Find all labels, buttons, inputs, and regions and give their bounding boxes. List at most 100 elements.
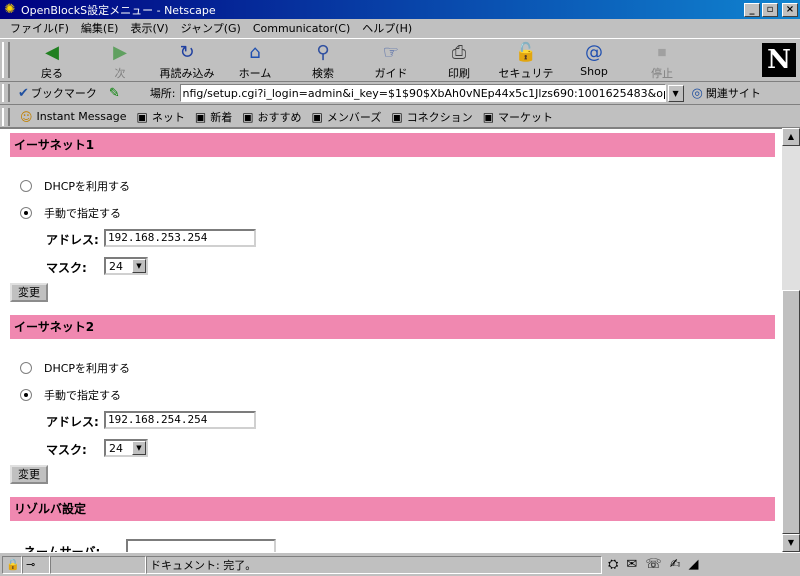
nameserver-input[interactable] [126, 539, 276, 552]
link-new[interactable]: ▣ 新着 [195, 109, 232, 125]
eth2-manual-option[interactable]: 手動で指定する [20, 387, 121, 403]
back-button[interactable]: ◀ 戻る [20, 41, 84, 81]
shop-label: Shop [580, 65, 608, 78]
connection-status-icon: ⊸ [22, 555, 50, 574]
menu-edit[interactable]: 編集(E) [75, 20, 125, 36]
navigator-icon[interactable]: ⛭ [608, 557, 618, 572]
scroll-up-button[interactable]: ▲ [782, 128, 800, 146]
security-status-icon[interactable]: 🔒 [2, 555, 22, 574]
print-button[interactable]: ⎙ 印刷 [427, 41, 491, 81]
eth1-address-input[interactable]: 192.168.253.254 [104, 229, 256, 247]
link-connection[interactable]: ▣ コネクション [391, 109, 472, 125]
composer-icon[interactable]: ✍ [670, 557, 681, 572]
link-label: コネクション [406, 110, 473, 124]
stop-button[interactable]: ⏹ 停止 [630, 41, 694, 81]
location-bar: ✔ ブックマーク ✎ 場所: nfig/setup.cgi?i_login=ad… [0, 82, 800, 105]
reload-button[interactable]: ↻ 再読み込み [155, 41, 219, 81]
section-header-ethernet2: イーサネット2 [10, 315, 775, 339]
url-dropdown-button[interactable]: ▼ [667, 84, 684, 102]
link-recommended[interactable]: ▣ おすすめ [242, 109, 301, 125]
menu-bar: ファイル(F) 編集(E) 表示(V) ジャンプ(G) Communicator… [0, 19, 800, 37]
bookmark-page-icon: ▣ [482, 109, 495, 124]
reload-icon: ↻ [179, 42, 195, 63]
menu-view[interactable]: 表示(V) [124, 20, 174, 36]
back-arrow-icon: ◀ [45, 42, 59, 63]
chevron-down-icon[interactable]: ▼ [132, 259, 146, 273]
netscape-app-icon[interactable]: ✺ [3, 2, 17, 17]
bookmarks-button[interactable]: ✔ ブックマーク [18, 85, 97, 101]
section-header-resolver: リゾルバ設定 [10, 497, 775, 521]
minimize-button[interactable]: _ [744, 2, 760, 17]
location-label: 場所: [149, 87, 176, 100]
vertical-scrollbar[interactable]: ▲ ▼ [782, 128, 800, 552]
security-button[interactable]: 🔓 セキュリティ [494, 41, 558, 96]
maximize-button[interactable]: ▫ [762, 2, 778, 17]
eth2-manual-label: 手動で指定する [44, 389, 121, 402]
link-label: メンバーズ [326, 110, 382, 124]
link-net[interactable]: ▣ ネット [137, 109, 185, 125]
eth2-dhcp-option[interactable]: DHCPを利用する [20, 360, 130, 376]
menu-file[interactable]: ファイル(F) [4, 20, 75, 36]
stop-icon: ⏹ [657, 42, 667, 63]
search-button[interactable]: ⚲ 検索 [291, 41, 355, 81]
guide-button[interactable]: ☞ ガイド [359, 41, 423, 81]
discussion-icon[interactable]: ☏ [645, 557, 661, 572]
resize-grip-icon[interactable]: ◢ [688, 557, 698, 572]
close-button[interactable]: × [782, 2, 798, 17]
search-label: 検索 [312, 67, 334, 80]
toolbar-grip[interactable] [2, 42, 10, 78]
eth1-manual-label: 手動で指定する [44, 207, 121, 220]
window-title: OpenBlockS設定メニュー - Netscape [21, 3, 216, 17]
scroll-down-button[interactable]: ▼ [782, 534, 800, 552]
eth1-manual-radio[interactable] [20, 207, 32, 219]
link-instant-message[interactable]: ☺ Instant Message [20, 110, 127, 124]
guide-label: ガイド [374, 67, 408, 80]
eth1-mask-label: マスク: [46, 261, 87, 275]
forward-arrow-icon: ▶ [113, 42, 127, 63]
eth2-dhcp-label: DHCPを利用する [44, 362, 131, 375]
page-content: イーサネット1 DHCPを利用する 手動で指定する アドレス: 192.168.… [0, 128, 782, 552]
eth1-change-button[interactable]: 変更 [10, 283, 48, 302]
progress-bar [50, 555, 146, 574]
navigation-toolbar: ◀ 戻る ▶ 次 ↻ 再読み込み ⌂ ホーム ⚲ 検索 ☞ ガイド ⎙ 印刷 🔓… [0, 38, 800, 96]
shop-icon: @ [585, 42, 603, 63]
link-label: おすすめ [257, 110, 302, 124]
netscape-logo[interactable]: N [762, 43, 796, 77]
menu-help[interactable]: ヘルプ(H) [356, 20, 418, 36]
mail-icon[interactable]: ✉ [626, 557, 637, 572]
eth1-dhcp-radio[interactable] [20, 180, 32, 192]
link-market[interactable]: ▣ マーケット [483, 109, 553, 125]
forward-button[interactable]: ▶ 次 [88, 41, 152, 81]
eth1-mask-select[interactable]: 24 ▼ [104, 257, 148, 275]
related-sites-button[interactable]: ◎ 関連サイト [692, 85, 761, 101]
home-icon: ⌂ [249, 42, 261, 63]
location-grip[interactable] [2, 84, 10, 102]
section-header-ethernet1: イーサネット1 [10, 133, 775, 157]
menu-communicator[interactable]: Communicator(C) [247, 22, 356, 35]
link-label: マーケット [498, 110, 554, 124]
link-label: ネット [151, 110, 185, 124]
eth1-manual-option[interactable]: 手動で指定する [20, 205, 121, 221]
menu-go[interactable]: ジャンプ(G) [175, 20, 247, 36]
printer-icon: ⎙ [451, 42, 467, 63]
page-proxy-icon[interactable]: ✎ [109, 86, 120, 101]
reload-label: 再読み込み [159, 67, 215, 80]
eth1-address-label: アドレス: [46, 233, 99, 247]
bookmark-page-icon: ▣ [242, 109, 254, 124]
eth1-dhcp-option[interactable]: DHCPを利用する [20, 178, 130, 194]
home-button[interactable]: ⌂ ホーム [223, 41, 287, 81]
eth2-address-input[interactable]: 192.168.254.254 [104, 411, 256, 429]
eth2-address-label: アドレス: [46, 415, 99, 429]
link-members[interactable]: ▣ メンバーズ [312, 109, 382, 125]
eth2-mask-label: マスク: [46, 443, 87, 457]
chevron-down-icon[interactable]: ▼ [132, 441, 146, 455]
search-icon: ⚲ [316, 42, 330, 63]
eth2-change-button[interactable]: 変更 [10, 465, 48, 484]
eth2-manual-radio[interactable] [20, 389, 32, 401]
personal-grip[interactable] [2, 107, 10, 126]
eth2-mask-select[interactable]: 24 ▼ [104, 439, 148, 457]
shop-button[interactable]: @ Shop [562, 41, 626, 81]
scroll-thumb[interactable] [782, 290, 800, 534]
url-field[interactable]: nfig/setup.cgi?i_login=admin&i_key=$1$90… [179, 84, 666, 102]
eth2-dhcp-radio[interactable] [20, 362, 32, 374]
